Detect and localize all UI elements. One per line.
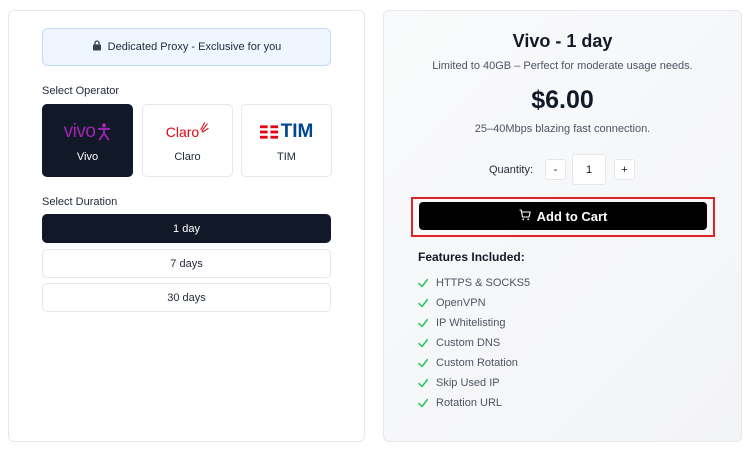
product-title: Vivo - 1 day: [512, 31, 613, 51]
check-icon: [418, 378, 428, 388]
operator-vivo[interactable]: vivo Vivo: [42, 104, 133, 177]
quantity-increase-button[interactable]: +: [614, 159, 635, 180]
product-description: Limited to 40GB – Perfect for moderate u…: [432, 60, 693, 72]
check-icon: [418, 358, 428, 368]
check-icon: [418, 298, 428, 308]
feature-item: Custom Rotation: [418, 353, 530, 373]
select-operator-label: Select Operator: [42, 85, 120, 97]
check-icon: [418, 318, 428, 328]
feature-item: HTTPS & SOCKS5: [418, 273, 530, 293]
product-price: $6.00: [531, 86, 594, 114]
feature-item: Skip Used IP: [418, 373, 530, 393]
check-icon: [418, 278, 428, 288]
quantity-decrease-button[interactable]: -: [545, 159, 566, 180]
dedicated-proxy-banner: Dedicated Proxy - Exclusive for you: [42, 28, 331, 66]
duration-option-1-day[interactable]: 1 day: [42, 214, 331, 243]
duration-option-30-days[interactable]: 30 days: [42, 283, 331, 312]
operator-tim[interactable]: TIM TIM: [241, 104, 332, 177]
feature-item: Rotation URL: [418, 393, 530, 413]
duration-option-7-days[interactable]: 7 days: [42, 249, 331, 278]
add-to-cart-label: Add to Cart: [536, 208, 608, 224]
tim-logo: TIM: [259, 119, 313, 145]
feature-item: IP Whitelisting: [418, 313, 530, 333]
claro-logo: Claro: [166, 119, 209, 145]
product-summary-panel: Vivo - 1 day Limited to 40GB – Perfect f…: [383, 10, 742, 442]
product-options-panel: Dedicated Proxy - Exclusive for you Sele…: [8, 10, 365, 442]
cart-icon: [519, 208, 531, 224]
lock-icon: [92, 40, 102, 54]
tim-bars-icon: [259, 124, 278, 139]
check-icon: [418, 398, 428, 408]
features-list: HTTPS & SOCKS5 OpenVPN IP Whitelisting C…: [418, 273, 530, 413]
banner-text: Dedicated Proxy - Exclusive for you: [107, 41, 282, 53]
vivo-figure-icon: [98, 123, 111, 141]
quantity-input[interactable]: 1: [572, 154, 606, 185]
vivo-logo: vivo: [64, 119, 112, 145]
claro-rays-icon: [200, 122, 209, 133]
check-icon: [418, 338, 428, 348]
feature-item: OpenVPN: [418, 293, 530, 313]
operator-name: TIM: [277, 150, 296, 163]
select-duration-label: Select Duration: [42, 196, 118, 208]
operator-name: Claro: [174, 150, 201, 163]
add-to-cart-button[interactable]: Add to Cart: [419, 202, 707, 230]
feature-item: Custom DNS: [418, 333, 530, 353]
operator-claro[interactable]: Claro Claro: [142, 104, 233, 177]
quantity-label: Quantity:: [489, 164, 534, 176]
speed-description: 25–40Mbps blazing fast connection.: [474, 123, 651, 135]
operator-name: Vivo: [76, 150, 99, 163]
features-title: Features Included:: [418, 250, 525, 264]
